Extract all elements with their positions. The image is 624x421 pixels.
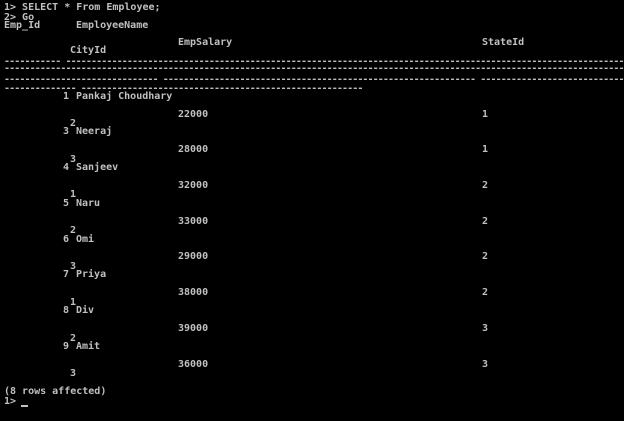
cell-emp-id: 9 xyxy=(63,341,70,352)
console-window[interactable]: ------------------------ ----- - 1> SELE… xyxy=(0,0,624,421)
cell-emp-id: 6 xyxy=(63,234,70,245)
column-header-line-1: Emp_Id EmployeeName xyxy=(0,20,624,32)
cell-city-id: 3 xyxy=(70,368,77,379)
cell-emp-id: 3 xyxy=(63,126,70,137)
prompt-label: 1> xyxy=(4,396,17,407)
cell-employee-name: Sanjeev xyxy=(76,162,119,173)
cell-employee-name: Naru xyxy=(76,198,101,209)
cell-employee-name: Pankaj Choudhary xyxy=(76,91,173,102)
header-employee-name: EmployeeName xyxy=(76,20,149,31)
cell-emp-id: 8 xyxy=(63,305,70,316)
cell-employee-name: Amit xyxy=(76,341,101,352)
cell-emp-id: 1 xyxy=(63,91,70,102)
cell-employee-name: Omi xyxy=(76,234,95,245)
cell-emp-id: 7 xyxy=(63,269,70,280)
cell-employee-name: Div xyxy=(76,305,95,316)
cell-employee-name: Priya xyxy=(76,269,107,280)
cell-employee-name: Neeraj xyxy=(76,126,113,137)
cell-emp-id: 4 xyxy=(63,162,70,173)
text-cursor xyxy=(21,405,28,407)
cell-emp-id: 5 xyxy=(63,198,70,209)
header-emp-id: Emp_Id xyxy=(4,20,41,31)
command-prompt[interactable]: 1> xyxy=(0,396,624,408)
